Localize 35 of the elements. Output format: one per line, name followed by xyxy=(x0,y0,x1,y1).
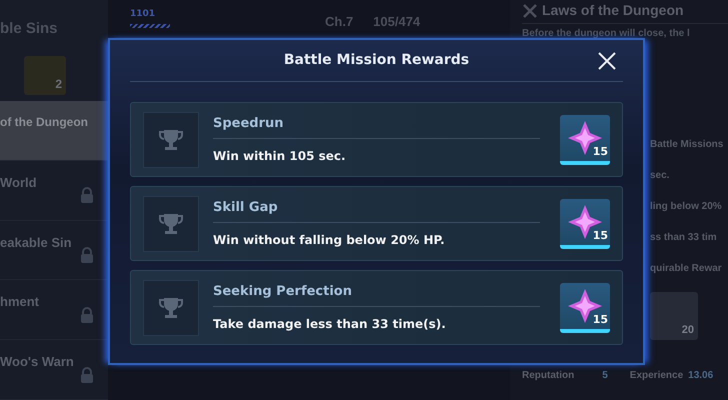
section-heading: quirable Rewar xyxy=(650,262,723,276)
reward-count: 15 xyxy=(592,144,608,160)
reward-slot[interactable]: 20 xyxy=(650,292,698,340)
trophy-count: 105/474 xyxy=(373,13,420,31)
reward-slot[interactable]: 15 xyxy=(560,114,610,164)
lock-icon xyxy=(80,187,94,204)
sidebar-item[interactable]: Woo's Warn xyxy=(0,340,108,400)
stat-value: 13.06 xyxy=(688,369,714,383)
stripe-decoration xyxy=(130,24,170,28)
section-heading: Battle Missions xyxy=(650,138,724,152)
mission-text: ss than 33 tim xyxy=(650,231,718,245)
reward-slot[interactable]: 15 xyxy=(560,282,610,332)
stat-label: Experience xyxy=(630,369,684,383)
reward-count: 15 xyxy=(592,312,608,328)
reward-slot[interactable]: 15 xyxy=(560,198,610,248)
lock-icon xyxy=(80,306,94,323)
sidebar-item[interactable]: of the Dungeon xyxy=(0,100,108,161)
mission-name: Skill Gap xyxy=(213,198,540,224)
mission-text: sec. xyxy=(650,169,670,183)
mission-name: Speedrun xyxy=(213,114,540,140)
mission-name: Seeking Perfection xyxy=(213,282,540,308)
mission-text: ling below 20% xyxy=(650,200,723,214)
code-label: 1101 xyxy=(130,8,156,21)
panel-title: Laws of the Dungeon xyxy=(542,1,684,20)
stat-value: 5 xyxy=(602,369,608,383)
stat-label: Reputation xyxy=(522,369,574,383)
dialog-title: Battle Mission Rewards xyxy=(284,51,470,70)
reward-count: 15 xyxy=(592,228,608,244)
chapter-label: Ch.7 xyxy=(325,13,354,31)
item-slot[interactable]: 2 xyxy=(24,56,66,95)
mission-description: Win without falling below 20% HP. xyxy=(213,232,446,250)
mission-description: Win within 105 sec. xyxy=(213,148,347,166)
lock-icon xyxy=(80,366,94,383)
mission-description: Take damage less than 33 time(s). xyxy=(213,316,447,334)
lock-icon xyxy=(80,247,94,264)
